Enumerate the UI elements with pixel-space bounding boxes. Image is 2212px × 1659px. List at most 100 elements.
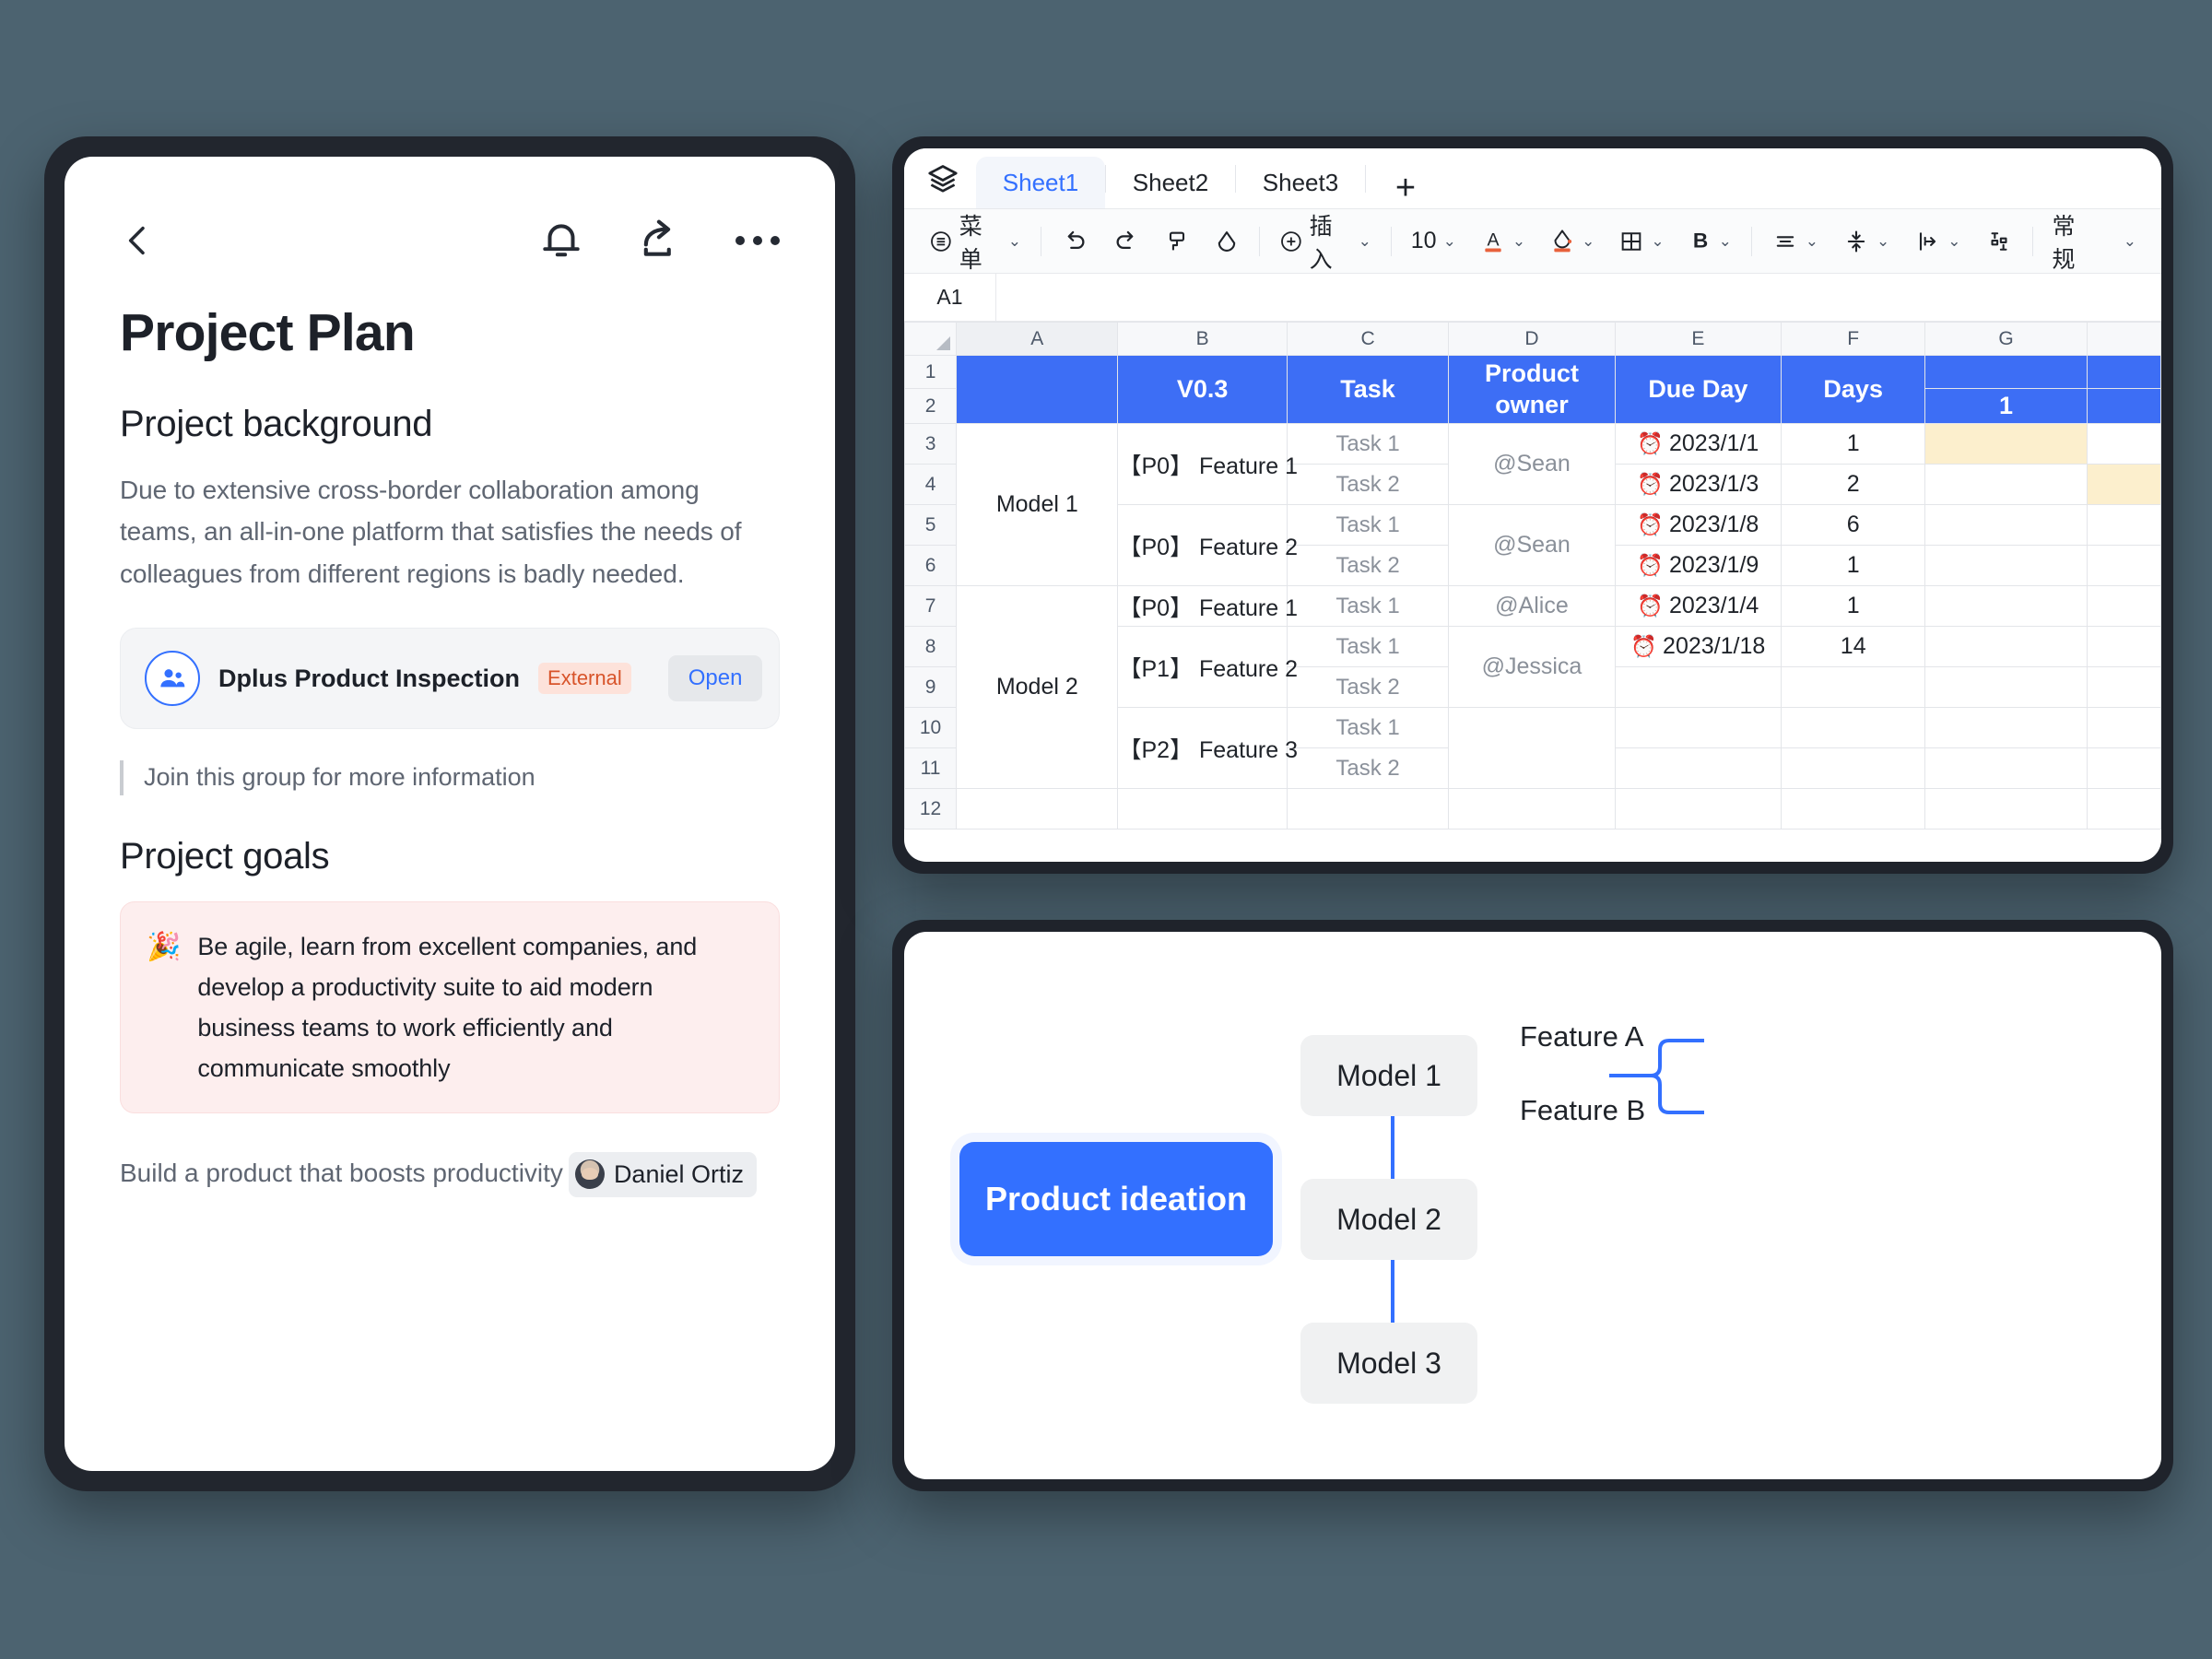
header-cell-b[interactable]: V0.3 xyxy=(1117,355,1288,424)
cell-a-r12[interactable] xyxy=(956,788,1119,830)
cell-g-r12[interactable] xyxy=(1924,788,2088,830)
row-header-5[interactable]: 5 xyxy=(904,504,958,546)
mindmap-leaf-feature-b[interactable]: Feature B xyxy=(1520,1094,1645,1127)
cell-task-r6[interactable]: Task 2 xyxy=(1286,545,1450,586)
fill-bucket-icon[interactable]: ⌄ xyxy=(1537,219,1606,264)
cell-feature-r10[interactable]: 【P2】 Feature 3 xyxy=(1117,707,1298,789)
cell-h-r8[interactable] xyxy=(2086,626,2161,667)
cell-g-r8[interactable] xyxy=(1924,626,2088,667)
formula-bar[interactable] xyxy=(996,274,2161,321)
align-icon[interactable]: ⌄ xyxy=(1759,219,1830,264)
redo-icon[interactable] xyxy=(1100,219,1152,264)
cell-feature-r7[interactable]: 【P0】 Feature 1 xyxy=(1117,585,1298,627)
header-cell-h-top[interactable] xyxy=(2086,355,2161,389)
cell-h-r4[interactable] xyxy=(2086,464,2161,505)
header-cell-e[interactable]: Due Day xyxy=(1614,355,1783,424)
mindmap-node-model-1[interactable]: Model 1 xyxy=(1300,1035,1477,1116)
cell-days-r9[interactable] xyxy=(1781,666,1926,708)
cell-due-r5[interactable]: ⏰ 2023/1/8 xyxy=(1614,504,1783,546)
cell-due-r4[interactable]: ⏰ 2023/1/3 xyxy=(1614,464,1783,505)
cell-task-r3[interactable]: Task 1 xyxy=(1286,423,1450,465)
cell-days-r8[interactable]: 14 xyxy=(1781,626,1926,667)
bold-B-icon[interactable]: B ⌄ xyxy=(1677,219,1744,264)
select-all-corner[interactable] xyxy=(904,322,958,356)
row-header-9[interactable]: 9 xyxy=(904,666,958,708)
cell-model-1[interactable]: Model 1 xyxy=(956,423,1119,586)
menu-button[interactable]: 菜单 ⌄ xyxy=(917,214,1033,273)
column-header-h[interactable] xyxy=(2086,322,2161,356)
cell-h-r5[interactable] xyxy=(2086,504,2161,546)
cell-e-r12[interactable] xyxy=(1614,788,1783,830)
cell-days-r10[interactable] xyxy=(1781,707,1926,748)
cell-h-r10[interactable] xyxy=(2086,707,2161,748)
row-header-7[interactable]: 7 xyxy=(904,585,958,627)
row-header-2[interactable]: 2 xyxy=(904,388,958,424)
layers-icon[interactable] xyxy=(910,149,976,208)
tab-sheet3[interactable]: Sheet3 xyxy=(1236,157,1365,208)
column-header-d[interactable]: D xyxy=(1448,322,1616,356)
mindmap-root-node[interactable]: Product ideation xyxy=(959,1142,1273,1256)
column-header-g[interactable]: G xyxy=(1924,322,2088,356)
cell-due-r3[interactable]: ⏰ 2023/1/1 xyxy=(1614,423,1783,465)
cell-due-r7[interactable]: ⏰ 2023/1/4 xyxy=(1614,585,1783,627)
column-header-c[interactable]: C xyxy=(1286,322,1450,356)
cell-feature-r8[interactable]: 【P1】 Feature 2 xyxy=(1117,626,1298,708)
cell-due-r10[interactable] xyxy=(1614,707,1783,748)
cell-task-r8[interactable]: Task 1 xyxy=(1286,626,1450,667)
number-format-select[interactable]: 常规 ⌄ xyxy=(2040,214,2148,273)
header-cell-f[interactable]: Days xyxy=(1781,355,1926,424)
cell-g-r6[interactable] xyxy=(1924,545,2088,586)
text-wrap-icon[interactable]: ⌄ xyxy=(1901,219,1972,264)
cell-task-r11[interactable]: Task 2 xyxy=(1286,747,1450,789)
cell-g-r7[interactable] xyxy=(1924,585,2088,627)
cell-b-r12[interactable] xyxy=(1117,788,1288,830)
cell-g-r4[interactable] xyxy=(1924,464,2088,505)
cell-due-r6[interactable]: ⏰ 2023/1/9 xyxy=(1614,545,1783,586)
tab-sheet2[interactable]: Sheet2 xyxy=(1106,157,1235,208)
row-header-4[interactable]: 4 xyxy=(904,464,958,505)
cell-days-r11[interactable] xyxy=(1781,747,1926,789)
cell-due-r9[interactable] xyxy=(1614,666,1783,708)
column-header-f[interactable]: F xyxy=(1781,322,1926,356)
undo-icon[interactable] xyxy=(1049,219,1100,264)
header-cell-a[interactable] xyxy=(956,355,1119,424)
mindmap-canvas[interactable]: Product ideation Model 1 Model 2 Model 3… xyxy=(904,932,2161,1479)
eraser-icon[interactable] xyxy=(1202,219,1252,264)
cell-due-r11[interactable] xyxy=(1614,747,1783,789)
cell-owner-r8[interactable]: @Jessica xyxy=(1448,626,1616,708)
tab-sheet1[interactable]: Sheet1 xyxy=(976,157,1105,208)
cell-h-r11[interactable] xyxy=(2086,747,2161,789)
name-box[interactable]: A1 xyxy=(904,274,996,321)
cell-task-r7[interactable]: Task 1 xyxy=(1286,585,1450,627)
plus-icon[interactable]: + xyxy=(1366,169,1445,208)
format-painter-icon[interactable] xyxy=(1152,219,1202,264)
cell-task-r10[interactable]: Task 1 xyxy=(1286,707,1450,748)
header-cell-c[interactable]: Task xyxy=(1286,355,1450,424)
column-header-b[interactable]: B xyxy=(1117,322,1288,356)
cell-days-r6[interactable]: 1 xyxy=(1781,545,1926,586)
cell-owner-r3[interactable]: @Sean xyxy=(1448,423,1616,505)
cell-g-r5[interactable] xyxy=(1924,504,2088,546)
cell-days-r5[interactable]: 6 xyxy=(1781,504,1926,546)
cell-h-r12[interactable] xyxy=(2086,788,2161,830)
cell-g-r3[interactable] xyxy=(1924,423,2088,465)
cell-due-r8[interactable]: ⏰ 2023/1/18 xyxy=(1614,626,1783,667)
header-cell-g-bottom[interactable]: 1 xyxy=(1924,388,2088,424)
cell-h-r9[interactable] xyxy=(2086,666,2161,708)
row-header-12[interactable]: 12 xyxy=(904,788,958,830)
share-icon[interactable] xyxy=(636,217,684,265)
cell-owner-r5[interactable]: @Sean xyxy=(1448,504,1616,586)
cell-f-r12[interactable] xyxy=(1781,788,1926,830)
cell-d-r12[interactable] xyxy=(1448,788,1616,830)
cell-task-r5[interactable]: Task 1 xyxy=(1286,504,1450,546)
cell-owner-r10[interactable] xyxy=(1448,707,1616,789)
row-header-11[interactable]: 11 xyxy=(904,747,958,789)
cell-task-r9[interactable]: Task 2 xyxy=(1286,666,1450,708)
row-header-1[interactable]: 1 xyxy=(904,355,958,389)
cell-g-r10[interactable] xyxy=(1924,707,2088,748)
font-size-select[interactable]: 10 ⌄ xyxy=(1399,219,1468,264)
row-header-8[interactable]: 8 xyxy=(904,626,958,667)
cell-h-r6[interactable] xyxy=(2086,545,2161,586)
vertical-align-icon[interactable]: ⌄ xyxy=(1830,219,1901,264)
cell-c-r12[interactable] xyxy=(1286,788,1450,830)
